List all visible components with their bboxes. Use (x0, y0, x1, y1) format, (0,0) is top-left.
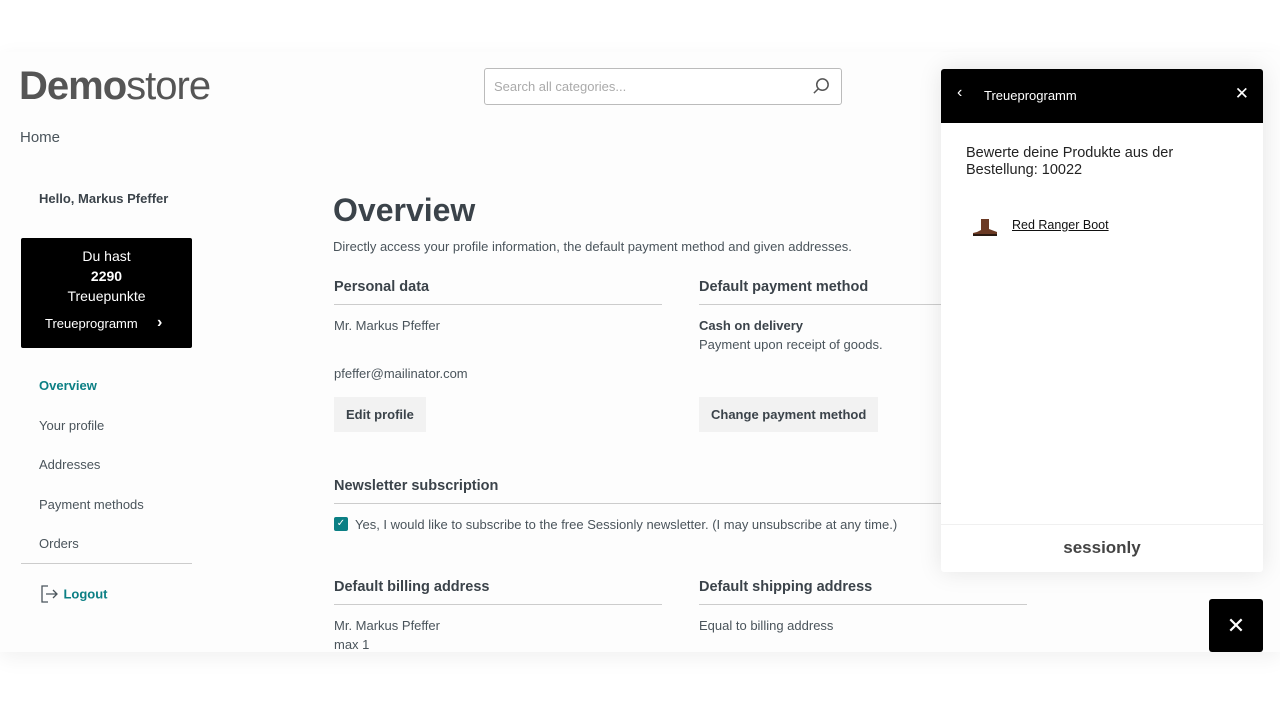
personal-email: pfeffer@mailinator.com (334, 366, 468, 381)
loyalty-line3: Treuepunkte (67, 288, 146, 304)
boot-product-image (973, 219, 997, 236)
edit-profile-button[interactable]: Edit profile (334, 397, 426, 432)
billing-name: Mr. Markus Pfeffer (334, 618, 440, 633)
divider (334, 503, 1027, 504)
panel-message: Bewerte deine Produkte aus der Bestellun… (966, 145, 1174, 178)
newsletter-checkbox[interactable]: ✓ (334, 517, 348, 531)
sidebar-item-addresses[interactable]: Addresses (39, 457, 100, 472)
billing-heading: Default billing address (334, 579, 490, 595)
sidebar-item-orders[interactable]: Orders (39, 536, 79, 551)
divider (21, 563, 192, 564)
nav-home[interactable]: Home (20, 129, 60, 146)
logout-label: Logout (63, 586, 108, 602)
shipping-text: Equal to billing address (699, 618, 834, 633)
back-icon[interactable]: ‹ (957, 84, 962, 102)
loyalty-points: 2290 (90, 268, 123, 284)
payment-method-desc: Payment upon receipt of goods. (699, 337, 883, 352)
loyalty-program-link[interactable]: Treueprogramm (45, 316, 138, 331)
billing-line2: max 1 (334, 637, 370, 652)
close-icon: ✕ (1226, 613, 1246, 638)
sidebar-item-profile[interactable]: Your profile (39, 418, 104, 433)
close-icon[interactable]: ✕ (1235, 84, 1249, 104)
shipping-heading: Default shipping address (699, 579, 873, 595)
panel-title: Treueprogramm (984, 88, 1077, 103)
change-payment-button[interactable]: Change payment method (699, 397, 879, 432)
page-subtitle: Directly access your profile information… (333, 239, 852, 254)
personal-name: Mr. Markus Pfeffer (334, 318, 440, 333)
payment-heading: Default payment method (699, 279, 869, 295)
newsletter-label[interactable]: Yes, I would like to subscribe to the fr… (355, 517, 897, 532)
personal-data-heading: Personal data (334, 279, 430, 295)
logout-icon (41, 585, 58, 603)
loyalty-line1: Du hast (82, 248, 131, 264)
greeting: Hello, Markus Pfeffer (39, 191, 169, 206)
divider (699, 604, 1027, 605)
product-link[interactable]: Red Ranger Boot (1012, 218, 1109, 232)
search-icon[interactable] (812, 77, 831, 96)
sidebar-item-overview[interactable]: Overview (39, 378, 97, 393)
logout-button[interactable]: Logout (39, 584, 108, 604)
search-input[interactable] (485, 69, 785, 104)
search-box (484, 68, 842, 105)
sessionly-brand: sessionly (941, 524, 1263, 572)
logo[interactable]: Demostore (19, 64, 211, 109)
divider (334, 604, 662, 605)
close-widget-button[interactable]: ✕ (1209, 599, 1263, 652)
loyalty-card: Du hast 2290 Treuepunkte Treueprogramm › (21, 238, 192, 348)
page-title: Overview (333, 192, 476, 228)
panel-header: ‹ Treueprogramm ✕ (941, 69, 1263, 123)
loyalty-panel: ‹ Treueprogramm ✕ Bewerte deine Produkte… (941, 69, 1263, 572)
payment-method-name: Cash on delivery (699, 318, 804, 333)
chevron-right-icon[interactable]: › (157, 314, 162, 332)
divider (334, 304, 662, 305)
sidebar-item-payment-methods[interactable]: Payment methods (39, 497, 144, 512)
newsletter-heading: Newsletter subscription (334, 478, 499, 494)
